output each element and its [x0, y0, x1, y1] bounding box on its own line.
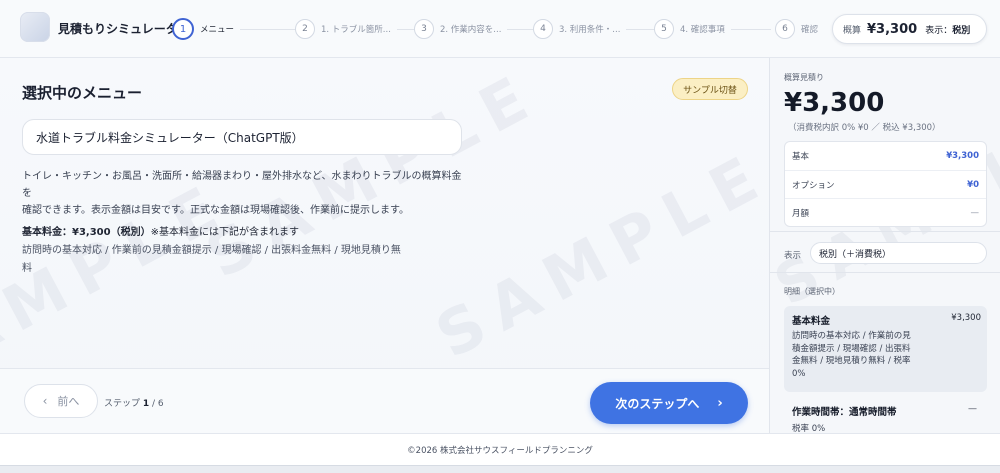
- detail-desc-line: 金無料 / 現地見積り無料 / 税率: [792, 356, 911, 366]
- base-fee-label: 基本料金：¥3,300（税別）: [22, 227, 151, 238]
- detail-desc-line: 積金額提示 / 現場確認 / 出張料: [792, 343, 911, 354]
- row-value: ¥0: [967, 179, 979, 190]
- step-2-trouble-location[interactable]: 2 1. トラブル箇所...: [295, 18, 433, 40]
- row-label: 基本: [792, 152, 810, 162]
- step-number: 1: [172, 18, 194, 40]
- estimate-total: ¥3,300: [784, 88, 885, 118]
- next-step-button[interactable]: 次のステップへ ›: [590, 382, 748, 424]
- breakdown-row-option: オプション ¥0: [785, 170, 986, 198]
- detail-description: 訪問時の基本対応 / 作業前の見 積金額提示 / 現場確認 / 出張料 金無料 …: [792, 330, 942, 380]
- detail-title: 作業時間帯：通常時間帯: [792, 407, 897, 418]
- app-logo: [20, 12, 50, 42]
- step-counter: ステップ 1 / 6: [104, 396, 164, 409]
- display-label: 表示: [784, 251, 802, 261]
- step-number: 5: [654, 19, 674, 39]
- base-fee-items: 料: [22, 263, 32, 274]
- estimate-sidebar: SAMPLE 概算見積り ¥3,300 （消費税内訳 0% ¥0 ／ 税込 ¥3…: [770, 58, 1000, 433]
- step-label: 3. 利用条件・...: [559, 25, 621, 35]
- step-label: 2. 作業内容を...: [440, 25, 502, 35]
- step-3-work-content[interactable]: 3 2. 作業内容を...: [414, 18, 546, 40]
- detail-description: 税率 0%: [792, 424, 826, 433]
- description-line: 確認できます。表示金額は目安です。正式な金額は現場確認後、作業前に提示します。: [22, 205, 409, 216]
- section-title: 選択中のメニュー: [22, 84, 143, 102]
- step-label: メニュー: [200, 25, 235, 35]
- detail-desc-line: 訪問時の基本対応 / 作業前の見: [792, 331, 911, 341]
- detail-title: 基本料金: [792, 316, 831, 327]
- divider: [770, 231, 1000, 232]
- app-title: 見積もりシミュレーター: [58, 22, 190, 36]
- detail-item: 基本料金 ¥3,300 訪問時の基本対応 / 作業前の見 積金額提示 / 現場確…: [784, 306, 987, 392]
- estimate-amount: ¥3,300: [867, 21, 918, 37]
- menu-select[interactable]: 水道トラブル料金シミュレーター（ChatGPT版）: [22, 119, 462, 155]
- description-line: トイレ・キッチン・お風呂・洗面所・給湯器まわり・屋外排水など、水まわりトラブルの…: [22, 171, 462, 199]
- step-label: 1. トラブル箇所...: [321, 25, 391, 35]
- step-6-confirm[interactable]: 6 確認: [775, 18, 818, 40]
- breakdown-row-monthly: 月額 —: [785, 198, 986, 226]
- row-value: ¥3,300: [946, 151, 979, 161]
- display-mode-value: 税別: [952, 25, 971, 36]
- row-label: オプション: [792, 180, 835, 191]
- chevron-right-icon: ›: [717, 395, 723, 411]
- prev-button-label: 前へ: [57, 395, 80, 408]
- estimate-label: 概算見積り: [784, 73, 824, 82]
- estimate-label: 概算: [843, 25, 862, 36]
- estimate-breakdown-table: 基本 ¥3,300 オプション ¥0 月額 —: [784, 141, 987, 227]
- step-connector: [730, 28, 771, 30]
- step-label: 4. 確認事項: [680, 25, 725, 35]
- step-label: 確認: [801, 25, 819, 35]
- step-navigation: ‹ 前へ ステップ 1 / 6 次のステップへ ›: [0, 368, 769, 433]
- step-number: 4: [533, 19, 553, 39]
- chevron-left-icon: ‹: [42, 394, 48, 408]
- sample-watermark: SAMPLE: [424, 136, 770, 373]
- base-fee-note: ※基本料金には下記が含まれます: [150, 227, 299, 238]
- step-number: 6: [775, 19, 795, 39]
- tax-note: （消費税内訳 0% ¥0 ／ 税込 ¥3,300）: [788, 123, 941, 133]
- main-card: SAMPLE SAMPLE SAMPLE 選択中のメニュー サンプル切替 水道ト…: [0, 58, 770, 433]
- step-5-confirm-items[interactable]: 5 4. 確認事項: [654, 18, 771, 40]
- prev-button[interactable]: ‹ 前へ: [24, 384, 98, 418]
- step-4-conditions[interactable]: 4 3. 利用条件・...: [533, 18, 665, 40]
- step-1-menu[interactable]: 1 メニュー: [172, 18, 305, 40]
- app-header: 見積もりシミュレーター 1 メニュー 2 1. トラブル箇所... 3 2. 作…: [0, 0, 1000, 58]
- header-estimate-pill: 概算 ¥3,300 表示：税別: [832, 14, 987, 44]
- base-fee-block: 基本料金：¥3,300（税別）※基本料金には下記が含まれます 訪問時の基本対応 …: [22, 224, 467, 278]
- breakdown-row-base: 基本 ¥3,300: [785, 142, 986, 170]
- sample-toggle-button[interactable]: サンプル切替: [672, 78, 748, 100]
- step-number: 3: [414, 19, 434, 39]
- divider: [770, 272, 1000, 273]
- row-value: —: [970, 207, 980, 218]
- row-label: 月額: [792, 208, 810, 219]
- copyright: ©2026 株式会社サウスフィールドプランニング: [0, 433, 1000, 465]
- detail-desc-line: 0%: [792, 368, 806, 379]
- base-fee-items: 訪問時の基本対応 / 作業前の見積金額提示 / 現場確認 / 出張料金無料 / …: [22, 245, 401, 256]
- step-counter-prefix: ステップ: [104, 399, 143, 409]
- step-number: 2: [295, 19, 315, 39]
- detail-price: —: [968, 404, 977, 414]
- menu-description: トイレ・キッチン・お風呂・洗面所・給湯器まわり・屋外排水など、水まわりトラブルの…: [22, 168, 467, 219]
- details-label: 明細（選択中）: [784, 287, 840, 296]
- detail-price: ¥3,300: [951, 313, 981, 323]
- bottom-strip: [0, 465, 1000, 473]
- next-button-label: 次のステップへ: [615, 396, 700, 411]
- display-mode: 表示：税別: [925, 23, 970, 36]
- display-mode-label: 表示：: [925, 25, 953, 36]
- step-total: / 6: [149, 399, 164, 409]
- display-mode-select[interactable]: 税別（＋消費税）: [810, 242, 987, 264]
